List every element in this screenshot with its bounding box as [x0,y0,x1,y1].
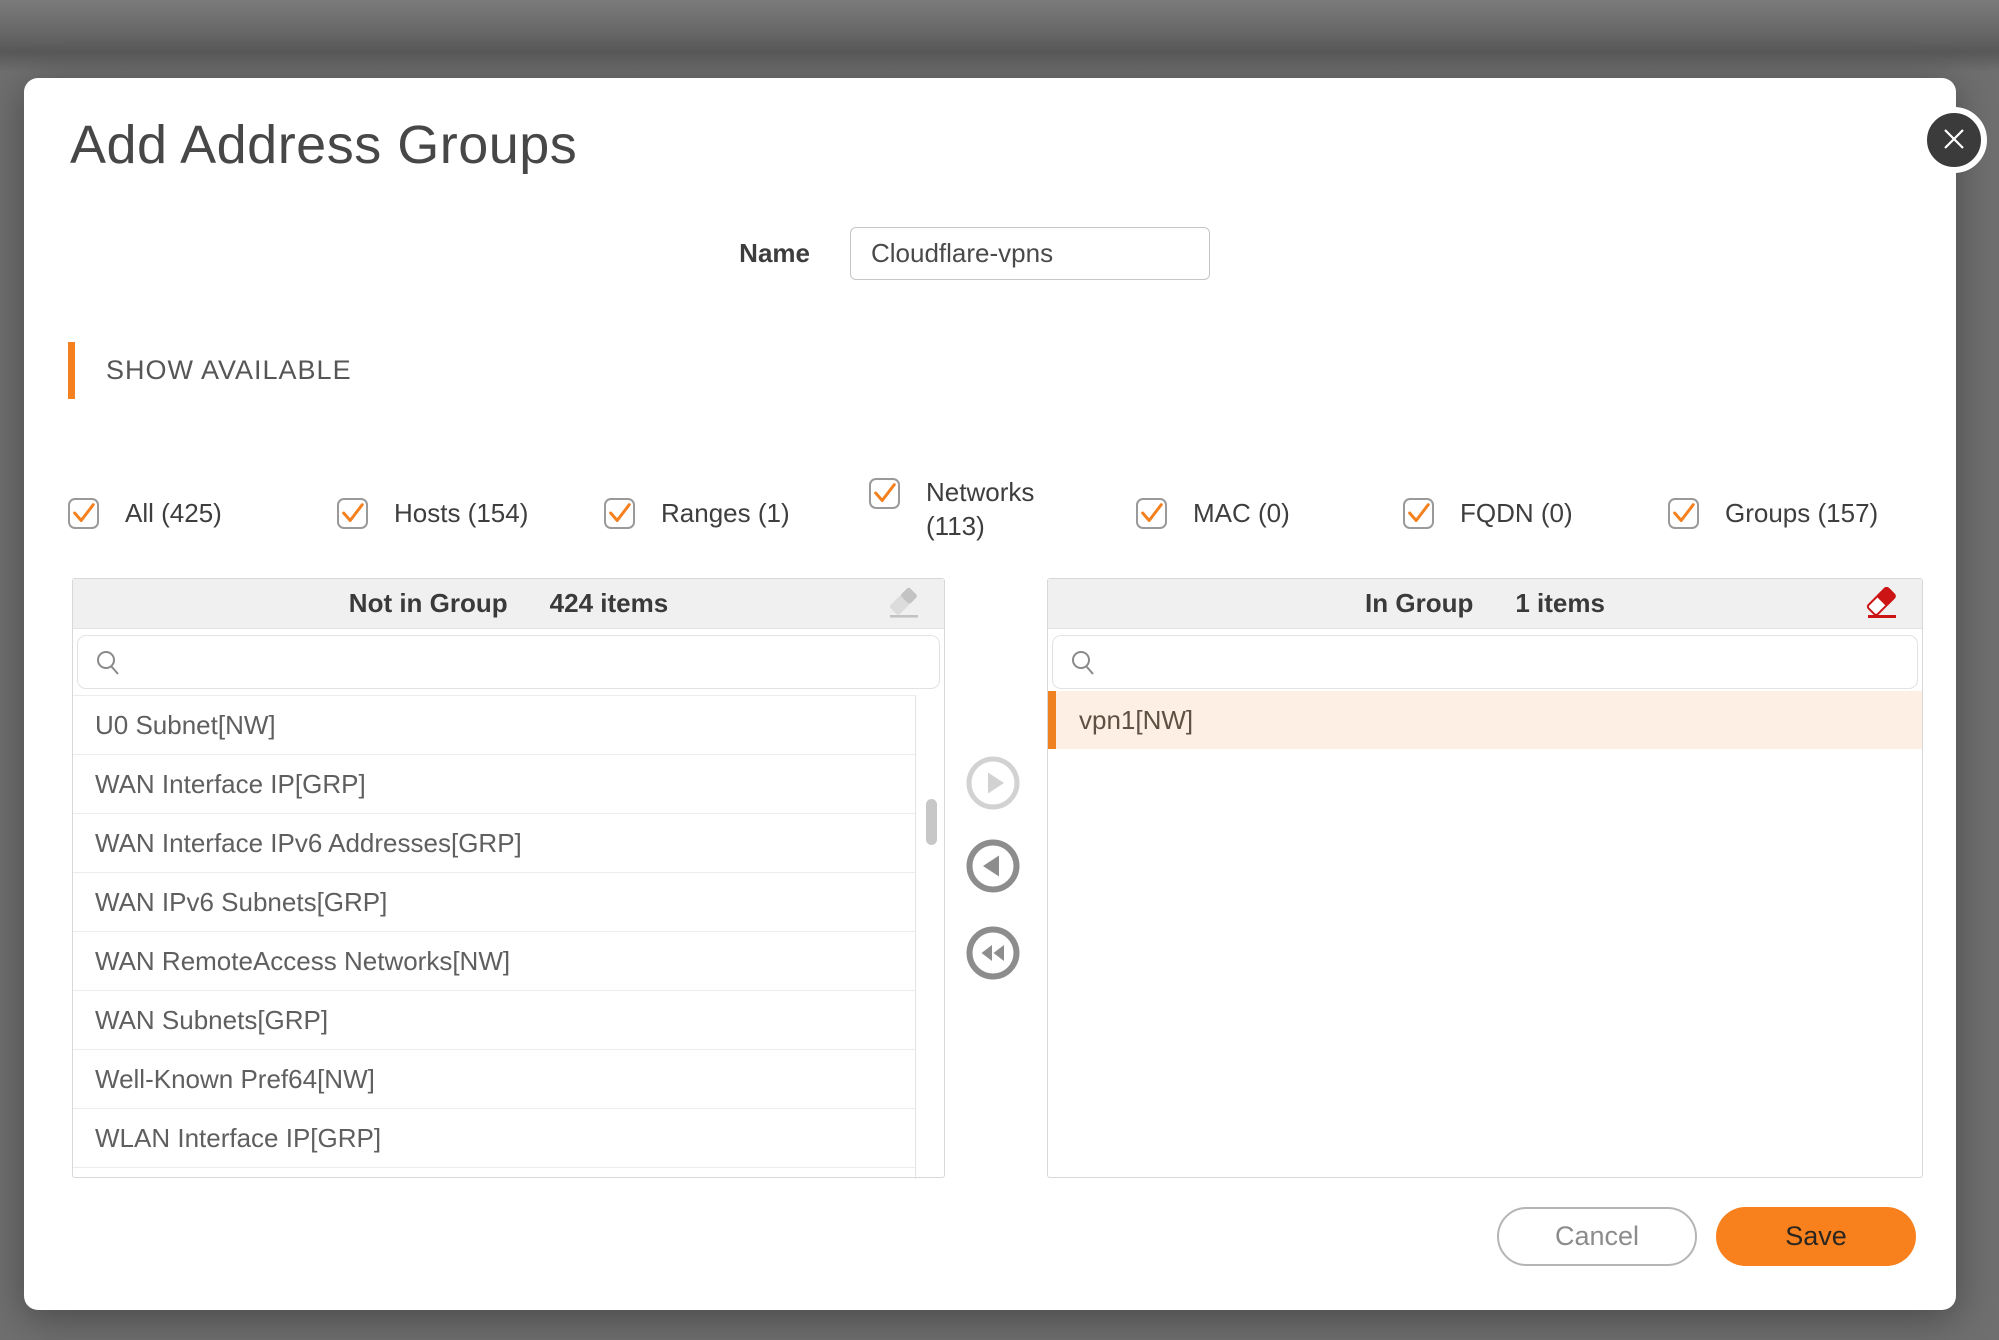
list-item[interactable]: Well-Known Pref64[NW] [73,1050,915,1109]
list-item-label: WLAN Interface IP[GRP] [95,1123,381,1153]
not-in-group-title: Not in Group [349,588,508,619]
filter-checkbox[interactable]: Ranges (1) [604,498,790,529]
filter-label: FQDN (0) [1460,498,1573,529]
filter-checkbox[interactable]: All (425) [68,498,222,529]
filter-checkbox[interactable]: Hosts (154) [337,498,528,529]
list-item[interactable]: WLAN Interface IP[GRP] [73,1109,915,1168]
arrow-right-icon [966,798,1020,813]
move-all-left-button[interactable] [966,926,1020,980]
in-group-title: In Group [1365,588,1473,619]
list-item[interactable]: WAN Subnets[GRP] [73,991,915,1050]
filter-checkbox[interactable]: FQDN (0) [1403,498,1573,529]
close-button[interactable] [1921,107,1987,173]
filter-label: Groups (157) [1725,498,1878,529]
eraser-red-icon [1864,611,1900,626]
list-item-label: WAN Subnets[GRP] [95,1005,328,1035]
in-group-panel: In Group 1 items [1047,578,1923,1178]
show-available-header: SHOW AVAILABLE [68,342,352,399]
eraser-icon [886,611,922,626]
checkbox-checked-icon [68,498,99,529]
list-item[interactable]: WAN Interface IPv6 Addresses[GRP] [73,814,915,873]
selected-item-label: vpn1[NW] [1079,705,1193,735]
section-title: SHOW AVAILABLE [106,355,352,386]
move-left-button[interactable] [966,839,1020,893]
dialog-title: Add Address Groups [70,114,577,176]
in-group-search [1052,635,1918,689]
in-group-header: In Group 1 items [1048,579,1922,629]
checkbox-checked-icon [1136,498,1167,529]
list-item[interactable]: U0 Subnet[NW] [73,696,915,755]
name-input[interactable] [850,227,1210,280]
filter-label: Hosts (154) [394,498,528,529]
cancel-button[interactable]: Cancel [1497,1207,1697,1266]
checkbox-checked-icon [1668,498,1699,529]
move-right-button[interactable] [966,756,1020,810]
list-item-label: WAN Interface IPv6 Addresses[GRP] [95,828,522,858]
checkbox-checked-icon [1403,498,1434,529]
search-icon [1069,649,1097,682]
scrollbar-thumb[interactable] [926,799,937,845]
arrow-left-icon [966,881,1020,896]
name-label: Name [630,227,810,280]
clear-group-button[interactable] [1864,587,1900,623]
add-address-groups-dialog: Add Address Groups Name SHOW AVAILABLE A… [24,78,1956,1310]
save-button[interactable]: Save [1716,1207,1916,1266]
list-item-label: WAN Interface IP[GRP] [95,769,366,799]
filter-label: Ranges (1) [661,498,790,529]
list-item-label: U0 Subnet[NW] [95,710,276,740]
not-in-group-count: 424 items [550,588,669,619]
checkbox-checked-icon [604,498,635,529]
filter-label: Networks (113) [926,475,1058,543]
checkbox-checked-icon [869,478,900,509]
filter-label: All (425) [125,498,222,529]
filter-checkbox[interactable]: Networks (113) [869,478,1058,543]
double-arrow-left-icon [966,968,1020,983]
not-in-group-panel: Not in Group 424 items [72,578,945,1178]
not-in-group-search-input[interactable] [130,637,931,687]
in-group-count: 1 items [1515,588,1605,619]
clear-selection-button[interactable] [886,587,922,623]
list-item[interactable]: WAN RemoteAccess Networks[NW] [73,932,915,991]
filter-label: MAC (0) [1193,498,1290,529]
filter-checkbox[interactable]: Groups (157) [1668,498,1878,529]
selected-list-item[interactable]: vpn1[NW] [1048,691,1922,749]
list-item[interactable]: WAN Interface IP[GRP] [73,755,915,814]
in-group-search-input[interactable] [1105,637,1909,687]
not-in-group-search [77,635,940,689]
not-in-group-header: Not in Group 424 items [73,579,944,629]
list-item-label: WAN IPv6 Subnets[GRP] [95,887,387,917]
not-in-group-list: U0 Subnet[NW] WAN Interface IP[GRP] WAN … [73,695,916,1179]
in-group-list: vpn1[NW] [1048,691,1922,749]
search-icon [94,649,122,682]
checkbox-checked-icon [337,498,368,529]
filter-checkbox[interactable]: MAC (0) [1136,498,1290,529]
list-item-label: Well-Known Pref64[NW] [95,1064,375,1094]
list-item[interactable]: WAN IPv6 Subnets[GRP] [73,873,915,932]
close-icon [1939,124,1969,157]
list-item-label: WAN RemoteAccess Networks[NW] [95,946,510,976]
section-accent-bar [68,342,75,399]
